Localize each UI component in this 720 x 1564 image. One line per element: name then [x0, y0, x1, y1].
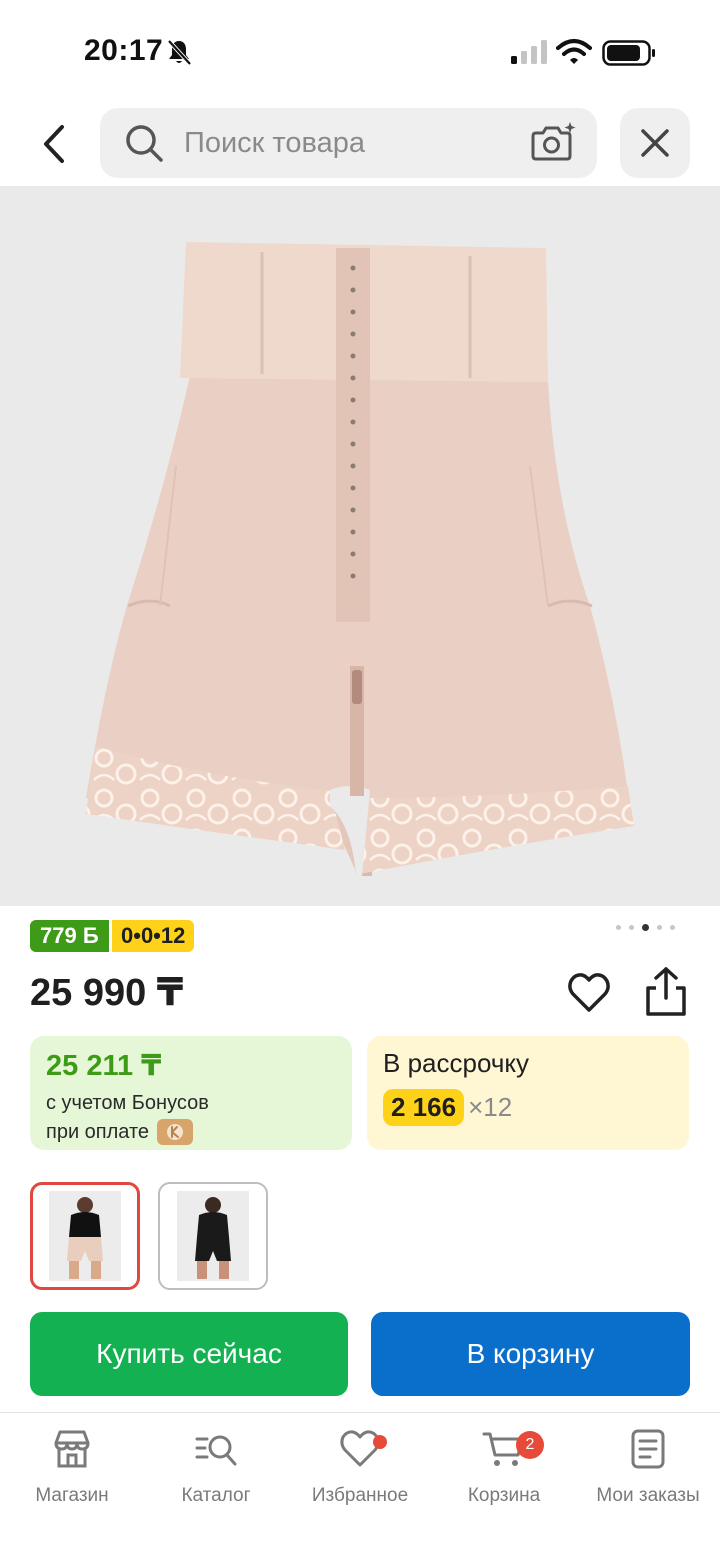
favorite-heart-icon[interactable] — [566, 970, 612, 1016]
nav-label: Корзина — [467, 1485, 541, 1506]
status-time: 20:17 — [84, 34, 164, 67]
gallery-pagination — [616, 924, 675, 931]
nav-item-orders[interactable]: Мои заказы — [576, 1425, 720, 1521]
heart-icon — [340, 1430, 380, 1467]
catalog-search-icon — [195, 1435, 237, 1466]
installment-card[interactable]: В рассрочку 2 166 ×12 — [367, 1036, 689, 1150]
product-price: 25 990 ₸ — [30, 972, 184, 1014]
nav-label: Избранное — [311, 1485, 409, 1506]
variant-thumbnail-selected[interactable] — [30, 1182, 140, 1290]
variant-photo-image — [49, 1191, 121, 1281]
pagination-dot-active — [642, 924, 649, 931]
status-bar: 20:17 — [0, 0, 720, 100]
battery-icon — [602, 40, 655, 66]
search-bar[interactable] — [100, 108, 597, 178]
installment-monthly: 2 166 — [383, 1089, 465, 1126]
pagination-dot — [629, 925, 634, 930]
bonus-price-card[interactable]: 25 211 ₸ с учетом Бонусов при оплате — [30, 1036, 352, 1150]
bonus-note: с учетом Бонусов — [46, 1092, 209, 1114]
favorites-notification-dot — [373, 1435, 387, 1449]
share-icon[interactable] — [642, 966, 690, 1018]
bell-off-icon — [167, 39, 192, 66]
pagination-dot — [616, 925, 621, 930]
bonus-payment-note: при оплате — [46, 1121, 150, 1143]
bonus-coin-icon — [157, 1119, 194, 1145]
installment-title: В рассрочку — [383, 1048, 530, 1078]
variant-thumbnail[interactable] — [158, 1182, 268, 1290]
search-input[interactable] — [184, 122, 514, 164]
bonus-price: 25 211 ₸ — [46, 1050, 162, 1082]
pagination-dot — [670, 925, 675, 930]
nav-item-favorites[interactable]: Избранное — [288, 1425, 432, 1521]
camera-search-icon[interactable] — [530, 121, 576, 163]
wifi-icon — [556, 39, 592, 64]
orders-icon — [631, 1429, 665, 1469]
cellular-signal-icon — [511, 40, 547, 64]
installment-badge: 0•0•12 — [112, 920, 195, 952]
nav-label: Мои заказы — [596, 1485, 700, 1506]
chevron-left-icon — [44, 125, 64, 163]
bottom-navigation: Магазин Каталог Избранное 2 Корзина Мои … — [0, 1412, 720, 1564]
search-header — [0, 100, 720, 186]
bonus-badge: 779 Б — [30, 920, 109, 952]
back-button[interactable] — [30, 120, 78, 168]
search-icon — [126, 125, 163, 162]
close-icon — [641, 129, 669, 157]
nav-item-catalog[interactable]: Каталог — [144, 1425, 288, 1521]
buy-now-button[interactable]: Купить сейчас — [30, 1312, 348, 1396]
cart-count-badge: 2 — [516, 1431, 544, 1459]
nav-item-cart[interactable]: 2 Корзина — [432, 1425, 576, 1521]
shapewear-shorts-image — [86, 242, 634, 876]
nav-item-store[interactable]: Магазин — [0, 1425, 144, 1521]
add-to-cart-button[interactable]: В корзину — [371, 1312, 690, 1396]
close-button[interactable] — [620, 108, 690, 178]
product-image[interactable] — [0, 186, 720, 906]
installment-months: ×12 — [468, 1092, 513, 1122]
nav-label: Каталог — [181, 1485, 251, 1506]
variant-photo-image — [177, 1191, 249, 1281]
store-icon — [54, 1430, 90, 1468]
pagination-dot — [657, 925, 662, 930]
nav-label: Магазин — [35, 1485, 109, 1506]
